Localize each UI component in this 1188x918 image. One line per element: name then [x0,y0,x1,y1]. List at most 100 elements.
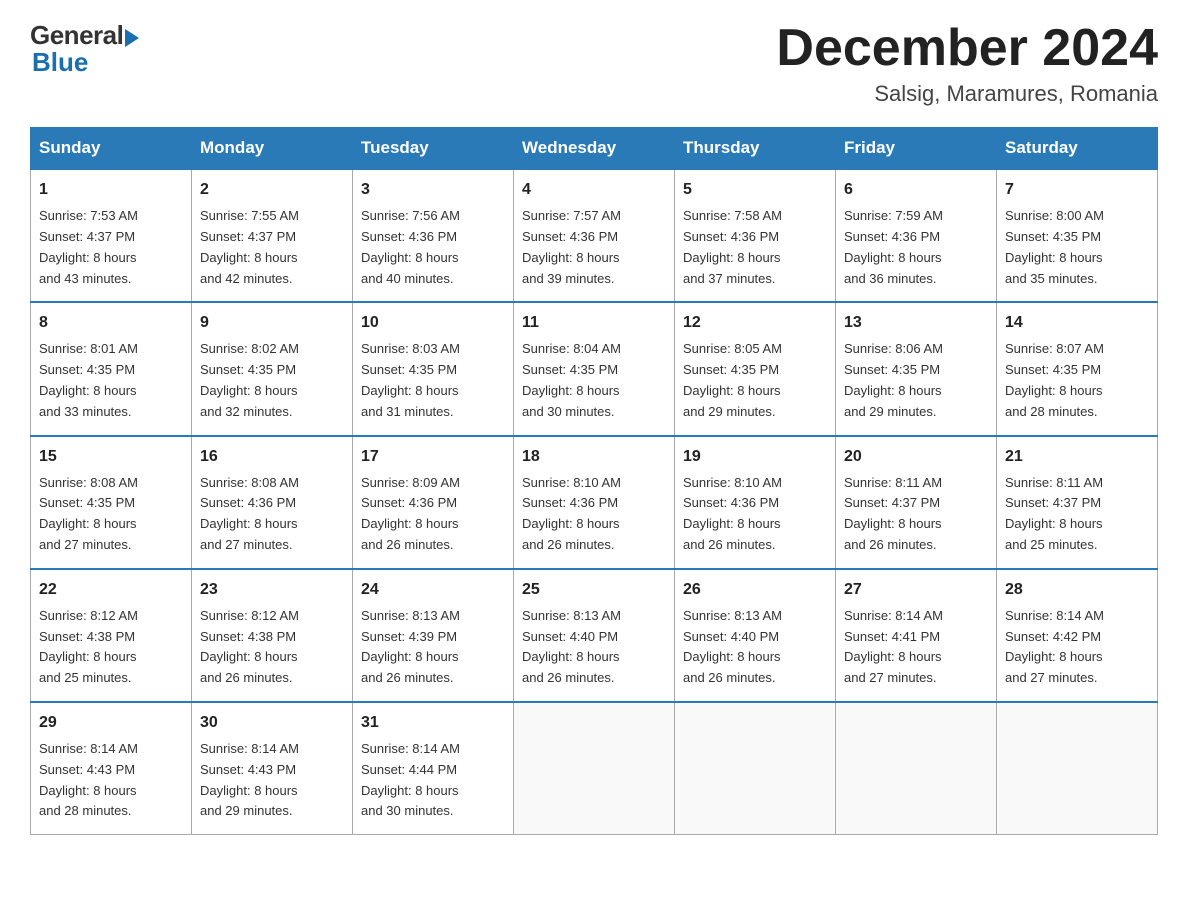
day-number: 22 [39,578,183,602]
calendar-cell: 6Sunrise: 7:59 AMSunset: 4:36 PMDaylight… [836,169,997,302]
day-info: Sunrise: 8:07 AMSunset: 4:35 PMDaylight:… [1005,339,1149,422]
empty-cell [514,702,675,835]
day-info: Sunrise: 8:12 AMSunset: 4:38 PMDaylight:… [39,606,183,689]
day-number: 20 [844,445,988,469]
logo-blue-text: Blue [30,47,88,78]
location-title: Salsig, Maramures, Romania [776,81,1158,107]
calendar-cell: 1 Sunrise: 7:53 AMSunset: 4:37 PMDaylight… [31,169,192,302]
calendar-header-row: SundayMondayTuesdayWednesdayThursdayFrid… [31,128,1158,170]
day-number: 12 [683,311,827,335]
day-number: 16 [200,445,344,469]
day-info: Sunrise: 8:02 AMSunset: 4:35 PMDaylight:… [200,339,344,422]
day-number: 9 [200,311,344,335]
day-number: 23 [200,578,344,602]
calendar-cell: 4 Sunrise: 7:57 AMSunset: 4:36 PMDaylight… [514,169,675,302]
calendar-cell: 18 Sunrise: 8:10 AMSunset: 4:36 PMDayligh… [514,436,675,569]
day-number: 8 [39,311,183,335]
day-number: 3 [361,178,505,202]
calendar-cell: 28 Sunrise: 8:14 AMSunset: 4:42 PMDayligh… [997,569,1158,702]
calendar-cell: 26Sunrise: 8:13 AMSunset: 4:40 PMDayligh… [675,569,836,702]
day-info: Sunrise: 8:00 AMSunset: 4:35 PMDaylight:… [1005,206,1149,289]
day-info: Sunrise: 8:04 AMSunset: 4:35 PMDaylight:… [522,339,666,422]
day-info: Sunrise: 8:11 AMSunset: 4:37 PMDaylight:… [1005,473,1149,556]
day-info: Sunrise: 8:12 AMSunset: 4:38 PMDaylight:… [200,606,344,689]
day-info: Sunrise: 8:14 AMSunset: 4:42 PMDaylight:… [1005,606,1149,689]
day-number: 25 [522,578,666,602]
day-number: 31 [361,711,505,735]
day-number: 2 [200,178,344,202]
day-info: Sunrise: 8:06 AMSunset: 4:35 PMDaylight:… [844,339,988,422]
day-info: Sunrise: 8:11 AMSunset: 4:37 PMDaylight:… [844,473,988,556]
day-number: 28 [1005,578,1149,602]
week-row-1: 1 Sunrise: 7:53 AMSunset: 4:37 PMDaylight… [31,169,1158,302]
day-info: Sunrise: 8:13 AMSunset: 4:40 PMDaylight:… [522,606,666,689]
calendar-cell: 17 Sunrise: 8:09 AMSunset: 4:36 PMDayligh… [353,436,514,569]
day-info: Sunrise: 7:53 AMSunset: 4:37 PMDaylight:… [39,206,183,289]
day-number: 13 [844,311,988,335]
day-number: 4 [522,178,666,202]
week-row-5: 29 Sunrise: 8:14 AMSunset: 4:43 PMDayligh… [31,702,1158,835]
day-info: Sunrise: 7:58 AMSunset: 4:36 PMDaylight:… [683,206,827,289]
day-number: 17 [361,445,505,469]
day-number: 30 [200,711,344,735]
calendar-cell: 21 Sunrise: 8:11 AMSunset: 4:37 PMDayligh… [997,436,1158,569]
empty-cell [997,702,1158,835]
day-info: Sunrise: 8:14 AMSunset: 4:44 PMDaylight:… [361,739,505,822]
calendar-cell: 27Sunrise: 8:14 AMSunset: 4:41 PMDayligh… [836,569,997,702]
page-header: General Blue December 2024 Salsig, Maram… [30,20,1158,107]
header-wednesday: Wednesday [514,128,675,170]
day-info: Sunrise: 8:13 AMSunset: 4:39 PMDaylight:… [361,606,505,689]
calendar-cell: 29 Sunrise: 8:14 AMSunset: 4:43 PMDayligh… [31,702,192,835]
day-info: Sunrise: 8:14 AMSunset: 4:43 PMDaylight:… [39,739,183,822]
calendar-cell: 22 Sunrise: 8:12 AMSunset: 4:38 PMDayligh… [31,569,192,702]
day-info: Sunrise: 8:10 AMSunset: 4:36 PMDaylight:… [683,473,827,556]
calendar-cell: 12 Sunrise: 8:05 AMSunset: 4:35 PMDayligh… [675,302,836,435]
day-info: Sunrise: 8:14 AMSunset: 4:43 PMDaylight:… [200,739,344,822]
week-row-3: 15 Sunrise: 8:08 AMSunset: 4:35 PMDayligh… [31,436,1158,569]
header-thursday: Thursday [675,128,836,170]
day-info: Sunrise: 8:10 AMSunset: 4:36 PMDaylight:… [522,473,666,556]
day-number: 10 [361,311,505,335]
calendar-cell: 30 Sunrise: 8:14 AMSunset: 4:43 PMDayligh… [192,702,353,835]
day-number: 19 [683,445,827,469]
calendar-cell: 14 Sunrise: 8:07 AMSunset: 4:35 PMDayligh… [997,302,1158,435]
calendar-cell: 25 Sunrise: 8:13 AMSunset: 4:40 PMDayligh… [514,569,675,702]
calendar-cell: 10 Sunrise: 8:03 AMSunset: 4:35 PMDayligh… [353,302,514,435]
calendar-cell: 7Sunrise: 8:00 AMSunset: 4:35 PMDaylight… [997,169,1158,302]
calendar-cell: 5 Sunrise: 7:58 AMSunset: 4:36 PMDaylight… [675,169,836,302]
day-number: 5 [683,178,827,202]
calendar-cell: 16 Sunrise: 8:08 AMSunset: 4:36 PMDayligh… [192,436,353,569]
day-info: Sunrise: 8:08 AMSunset: 4:36 PMDaylight:… [200,473,344,556]
header-sunday: Sunday [31,128,192,170]
calendar-cell: 15 Sunrise: 8:08 AMSunset: 4:35 PMDayligh… [31,436,192,569]
month-title: December 2024 [776,20,1158,77]
header-friday: Friday [836,128,997,170]
day-number: 15 [39,445,183,469]
week-row-2: 8 Sunrise: 8:01 AMSunset: 4:35 PMDaylight… [31,302,1158,435]
calendar-cell: 20 Sunrise: 8:11 AMSunset: 4:37 PMDayligh… [836,436,997,569]
day-number: 14 [1005,311,1149,335]
header-monday: Monday [192,128,353,170]
day-info: Sunrise: 8:05 AMSunset: 4:35 PMDaylight:… [683,339,827,422]
week-row-4: 22 Sunrise: 8:12 AMSunset: 4:38 PMDayligh… [31,569,1158,702]
day-info: Sunrise: 8:13 AMSunset: 4:40 PMDaylight:… [683,606,827,689]
day-number: 18 [522,445,666,469]
day-info: Sunrise: 7:57 AMSunset: 4:36 PMDaylight:… [522,206,666,289]
header-saturday: Saturday [997,128,1158,170]
day-info: Sunrise: 8:03 AMSunset: 4:35 PMDaylight:… [361,339,505,422]
day-info: Sunrise: 7:55 AMSunset: 4:37 PMDaylight:… [200,206,344,289]
day-number: 1 [39,178,183,202]
calendar-cell: 13 Sunrise: 8:06 AMSunset: 4:35 PMDayligh… [836,302,997,435]
day-info: Sunrise: 8:08 AMSunset: 4:35 PMDaylight:… [39,473,183,556]
calendar-cell: 9 Sunrise: 8:02 AMSunset: 4:35 PMDaylight… [192,302,353,435]
header-tuesday: Tuesday [353,128,514,170]
logo: General Blue [30,20,139,78]
day-info: Sunrise: 8:01 AMSunset: 4:35 PMDaylight:… [39,339,183,422]
day-number: 29 [39,711,183,735]
day-info: Sunrise: 8:09 AMSunset: 4:36 PMDaylight:… [361,473,505,556]
day-info: Sunrise: 7:59 AMSunset: 4:36 PMDaylight:… [844,206,988,289]
day-number: 27 [844,578,988,602]
title-section: December 2024 Salsig, Maramures, Romania [776,20,1158,107]
day-number: 24 [361,578,505,602]
day-number: 21 [1005,445,1149,469]
